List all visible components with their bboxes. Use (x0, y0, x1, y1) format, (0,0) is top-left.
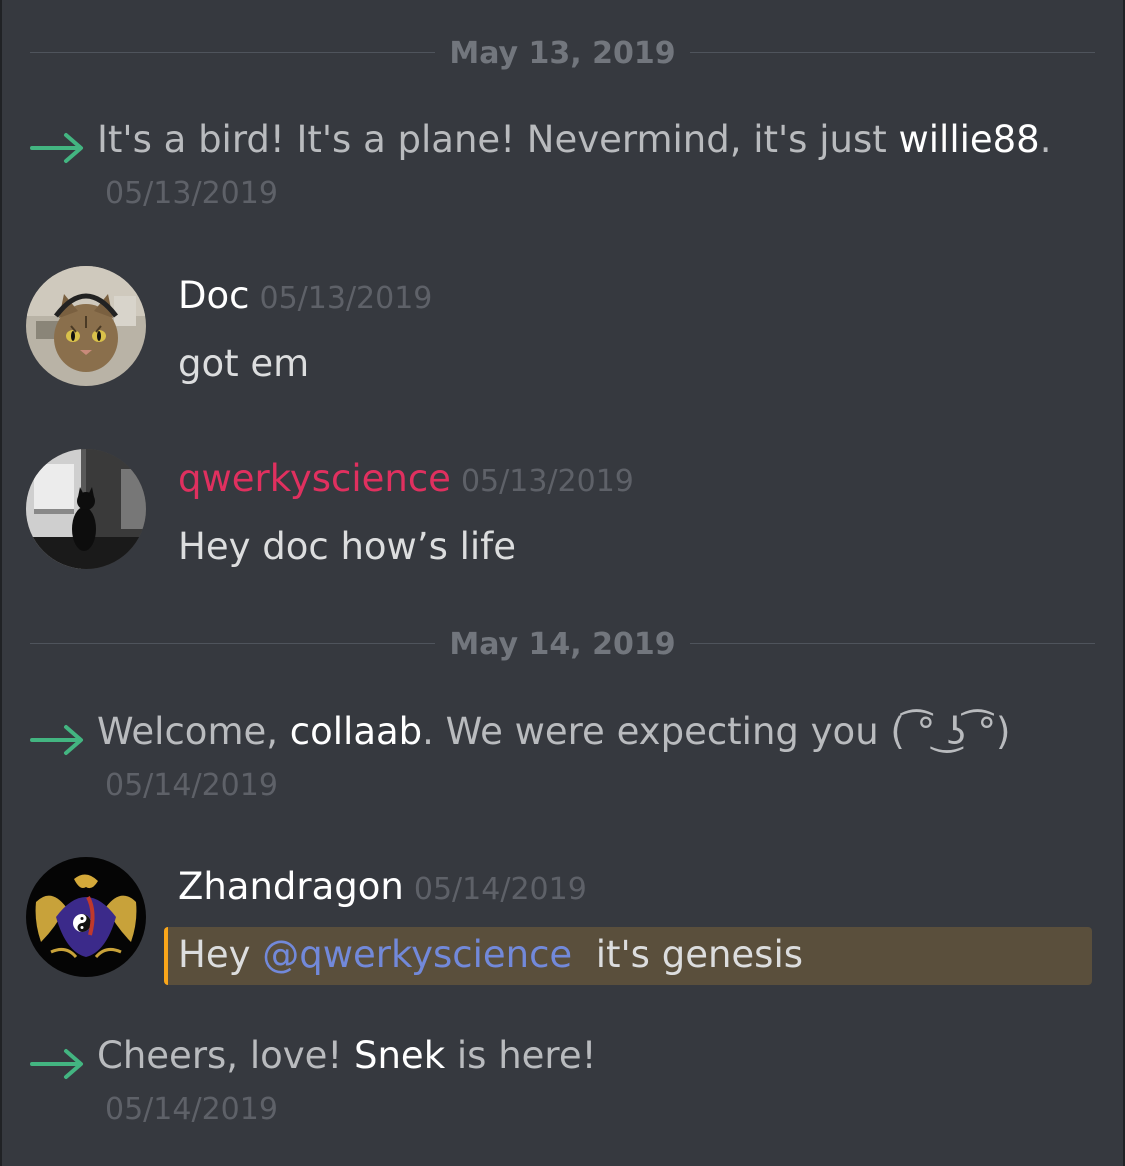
system-message-prefix: It's a bird! It's a plane! Nevermind, it… (97, 118, 899, 161)
message-timestamp[interactable]: 05/14/2019 (414, 872, 587, 907)
message-header: Doc 05/13/2019 (178, 274, 432, 317)
system-message-prefix: Cheers, love! (97, 1034, 354, 1077)
message-text-after: it's genesis (572, 933, 804, 976)
system-message-text: It's a bird! It's a plane! Nevermind, it… (97, 118, 1052, 161)
system-message-suffix: is here! (445, 1034, 597, 1077)
message-header: qwerkyscience 05/13/2019 (178, 457, 634, 500)
join-arrow-icon (30, 725, 83, 755)
window-left-edge (0, 0, 2, 1166)
join-arrow-icon (30, 133, 83, 163)
message-content: Hey @qwerkyscience it's genesis (178, 933, 803, 976)
system-message-suffix: . (1039, 118, 1052, 161)
message-content: got em (178, 342, 310, 385)
join-arrow-icon (30, 1049, 83, 1079)
author-name[interactable]: qwerkyscience (178, 457, 451, 500)
mention-highlight: Hey @qwerkyscience it's genesis (164, 927, 1092, 985)
joined-username[interactable]: Snek (354, 1034, 445, 1077)
date-divider-label: May 13, 2019 (449, 36, 676, 71)
message-content: Hey doc how’s life (178, 525, 516, 568)
date-divider: May 14, 2019 (30, 623, 1095, 663)
date-divider: May 13, 2019 (30, 32, 1095, 72)
system-message-text: Cheers, love! Snek is here! (97, 1034, 596, 1077)
cat-silhouette-avatar-icon (26, 449, 146, 569)
system-message-text: Welcome, collaab. We were expecting you … (97, 710, 1010, 753)
message-timestamp[interactable]: 05/14/2019 (105, 768, 278, 803)
divider-line (690, 643, 1095, 644)
system-message-prefix: Welcome, (97, 710, 290, 753)
dragon-avatar-icon (26, 857, 146, 977)
message-timestamp[interactable]: 05/13/2019 (259, 281, 432, 316)
message-timestamp[interactable]: 05/13/2019 (105, 176, 278, 211)
author-name[interactable]: Doc (178, 274, 249, 317)
avatar[interactable] (26, 857, 146, 977)
joined-username[interactable]: willie88 (899, 118, 1040, 161)
divider-line (690, 52, 1095, 53)
message-header: Zhandragon 05/14/2019 (178, 865, 587, 908)
cat-headphones-avatar-icon (26, 266, 146, 386)
date-divider-label: May 14, 2019 (449, 627, 676, 662)
user-mention-link[interactable]: @qwerkyscience (262, 933, 572, 976)
system-message-suffix: . We were expecting you ( ͡° ͜ʖ ͡°) (422, 710, 1011, 753)
message-timestamp[interactable]: 05/14/2019 (105, 1092, 278, 1127)
avatar[interactable] (26, 266, 146, 386)
message-timestamp[interactable]: 05/13/2019 (461, 464, 634, 499)
message-text-before: Hey (178, 933, 263, 976)
joined-username[interactable]: collaab (290, 710, 422, 753)
author-name[interactable]: Zhandragon (178, 865, 404, 908)
avatar[interactable] (26, 449, 146, 569)
